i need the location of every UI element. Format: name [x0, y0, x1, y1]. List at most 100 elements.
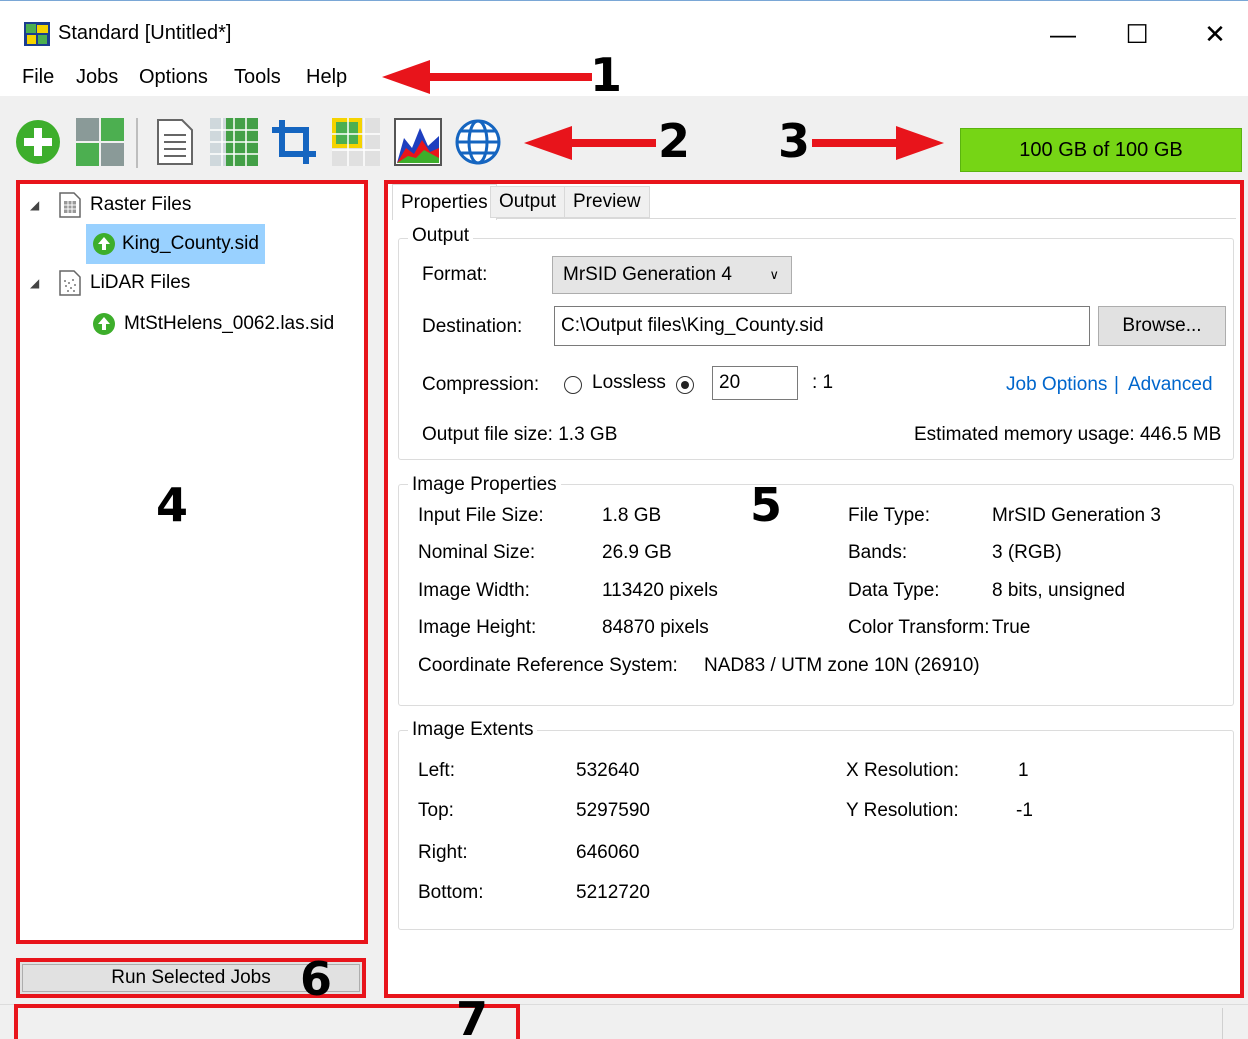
raster-file-icon	[59, 192, 81, 218]
tree-item[interactable]: MtStHelens_0062.las.sid	[92, 312, 334, 336]
tab-preview[interactable]: Preview	[564, 186, 650, 218]
mosaic-icon[interactable]	[76, 118, 124, 166]
prop-label: Data Type:	[848, 580, 940, 601]
histogram-icon[interactable]	[394, 118, 442, 166]
annotation-3: 3	[778, 114, 811, 168]
tab-output[interactable]: Output	[490, 186, 566, 218]
grid-icon[interactable]	[210, 118, 258, 166]
status-bar-highlight	[14, 1004, 520, 1039]
prop-label: Image Height:	[418, 617, 537, 638]
storage-usage-badge: 100 GB of 100 GB	[960, 128, 1242, 172]
extent-value: 646060	[576, 842, 640, 863]
run-button-label: Run Selected Jobs	[111, 967, 271, 988]
annotation-6: 6	[300, 952, 333, 1006]
annotation-arrow-3	[812, 126, 944, 160]
compression-ratio-value: 20	[719, 372, 741, 393]
tree-item-label: King_County.sid	[122, 233, 259, 254]
extent-value: 5212720	[576, 882, 650, 903]
job-status-icon	[93, 233, 115, 255]
destination-label: Destination:	[422, 316, 523, 337]
extent-value: 1	[1018, 760, 1029, 781]
minimize-button[interactable]: —	[1028, 14, 1098, 54]
format-select[interactable]: MrSID Generation 4 ∨	[552, 256, 792, 294]
job-status-icon	[93, 313, 115, 335]
prop-label: Color Transform:	[848, 617, 990, 638]
prop-value: MrSID Generation 3	[992, 505, 1161, 526]
prop-label: File Type:	[848, 505, 931, 526]
prop-value: 1.8 GB	[602, 505, 662, 526]
image-properties-title: Image Properties	[408, 474, 561, 496]
menu-jobs[interactable]: Jobs	[76, 66, 118, 89]
lossless-label: Lossless	[592, 372, 666, 393]
annotation-2: 2	[658, 114, 691, 168]
prop-label: Nominal Size:	[418, 542, 536, 563]
extent-label: Y Resolution:	[846, 800, 959, 821]
collapse-toggle-icon[interactable]: ◢	[30, 198, 44, 212]
window-title: Standard [Untitled*]	[58, 22, 232, 44]
tree-item-label: MtStHelens_0062.las.sid	[124, 313, 335, 334]
annotation-5: 5	[750, 478, 783, 532]
tiles-icon[interactable]	[332, 118, 380, 166]
prop-value: 113420 pixels	[602, 580, 718, 601]
image-extents-group	[398, 730, 1234, 930]
annotation-7: 7	[456, 996, 489, 1039]
compression-label: Compression:	[422, 374, 540, 395]
menu-help[interactable]: Help	[306, 66, 347, 89]
globe-icon[interactable]	[454, 118, 502, 166]
extent-value: -1	[1016, 800, 1033, 821]
extent-label: Right:	[418, 842, 468, 863]
link-separator: |	[1114, 374, 1119, 395]
prop-label: Image Width:	[418, 580, 530, 601]
add-icon[interactable]	[14, 118, 62, 166]
job-options-link[interactable]: Job Options	[1006, 374, 1107, 396]
tree-group-lidar[interactable]: ◢ LiDAR Files	[30, 270, 190, 296]
advanced-link[interactable]: Advanced	[1128, 374, 1213, 396]
output-group-title: Output	[408, 225, 474, 247]
menu-options[interactable]: Options	[139, 66, 208, 89]
tab-properties[interactable]: Properties	[392, 184, 497, 220]
image-extents-title: Image Extents	[408, 719, 538, 741]
close-button[interactable]: ✕	[1180, 14, 1248, 54]
prop-value: True	[992, 617, 1031, 638]
prop-value: 3 (RGB)	[992, 542, 1062, 563]
annotation-4: 4	[156, 478, 189, 532]
maximize-button[interactable]: ☐	[1102, 14, 1172, 54]
format-label: Format:	[422, 264, 488, 285]
collapse-toggle-icon[interactable]: ◢	[30, 276, 44, 290]
document-icon[interactable]	[150, 118, 198, 166]
menu-tools[interactable]: Tools	[234, 66, 281, 89]
prop-value: 8 bits, unsigned	[992, 580, 1126, 601]
destination-value: C:\Output files\King_County.sid	[561, 315, 824, 336]
ratio-radio[interactable]	[676, 376, 694, 394]
ratio-suffix: : 1	[812, 372, 834, 393]
extent-value: 5297590	[576, 800, 650, 821]
menu-file[interactable]: File	[22, 66, 54, 89]
browse-button[interactable]: Browse...	[1098, 306, 1226, 346]
lidar-file-icon	[59, 270, 81, 296]
format-select-value: MrSID Generation 4	[563, 264, 732, 285]
prop-value: 84870 pixels	[602, 617, 709, 638]
extent-label: Bottom:	[418, 882, 484, 903]
tree-group-label: Raster Files	[90, 194, 192, 215]
compression-ratio-input[interactable]: 20	[712, 366, 798, 400]
tree-item-selected[interactable]: King_County.sid	[86, 224, 265, 264]
extent-value: 532640	[576, 760, 640, 781]
tab-strip-line	[392, 218, 1236, 219]
annotation-1: 1	[590, 48, 623, 102]
lossless-radio[interactable]	[564, 376, 582, 394]
prop-label: Bands:	[848, 542, 908, 563]
crs-label: Coordinate Reference System:	[418, 655, 678, 676]
tree-group-label: LiDAR Files	[90, 272, 191, 293]
prop-value: 26.9 GB	[602, 542, 672, 563]
annotation-arrow-2	[524, 126, 656, 160]
tree-group-raster[interactable]: ◢ Raster Files	[30, 192, 191, 218]
extent-label: Left:	[418, 760, 455, 781]
prop-label: Input File Size:	[418, 505, 544, 526]
extent-label: Top:	[418, 800, 454, 821]
status-separator	[1222, 1008, 1223, 1039]
crop-icon[interactable]	[270, 118, 318, 166]
chevron-down-icon: ∨	[769, 267, 779, 282]
toolbar-separator	[136, 118, 138, 168]
output-file-size: Output file size: 1.3 GB	[422, 424, 618, 445]
destination-input[interactable]: C:\Output files\King_County.sid	[554, 306, 1090, 346]
